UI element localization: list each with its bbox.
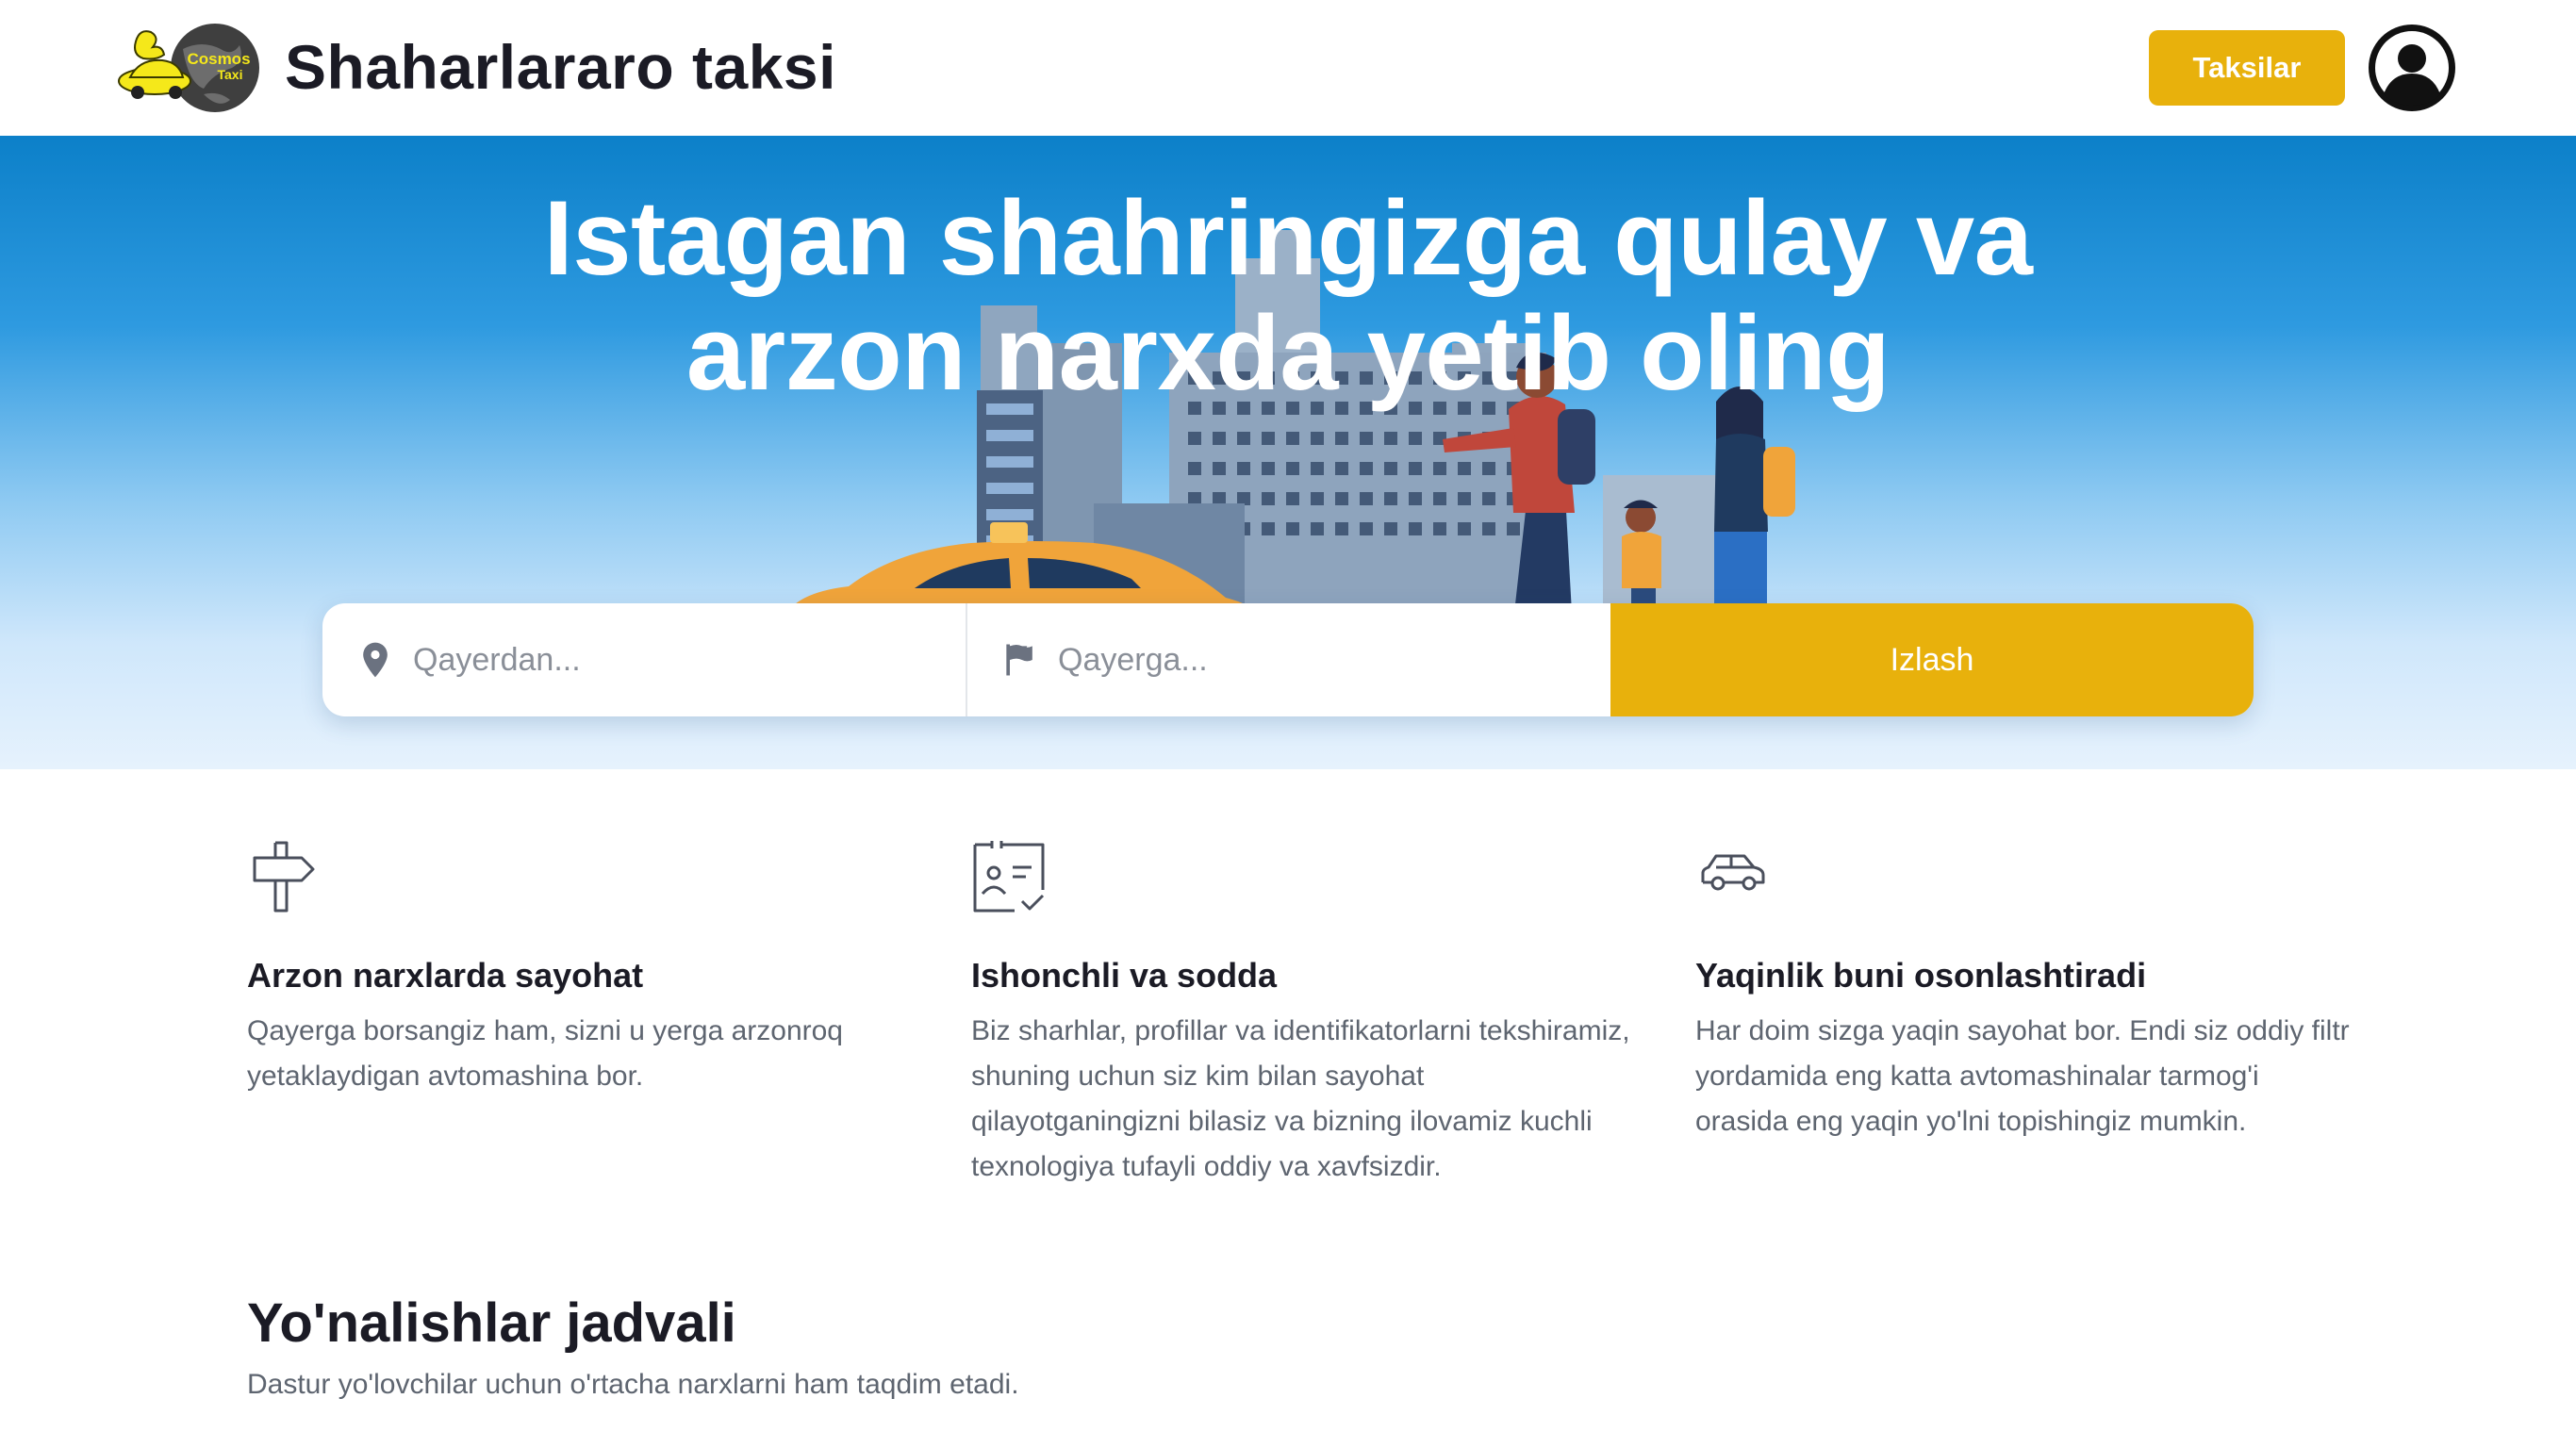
signpost-icon: [253, 841, 315, 913]
location-pin-icon: [363, 642, 388, 678]
feature-title: Ishonchli va sodda: [971, 956, 1278, 995]
logo-text-taxi: Taxi: [218, 67, 243, 82]
feature-nearby-easy: Yaqinlik buni osonlashtiradi Har doim si…: [1695, 839, 2355, 1137]
hero-title-line-2: arzon narxda yetib oling: [685, 294, 1891, 412]
to-field[interactable]: [967, 603, 1612, 716]
from-field[interactable]: [322, 603, 967, 716]
route-search-bar: Izlash: [322, 603, 2254, 716]
feature-reliable-simple: Ishonchli va sodda Biz sharhlar, profill…: [971, 839, 1631, 1182]
user-avatar-icon[interactable]: [2367, 23, 2457, 113]
hero-title: Istagan shahringizga qulay va arzon narx…: [345, 181, 2231, 411]
routes-section-title: Yo'nalishlar jadvali: [247, 1292, 736, 1354]
id-card-check-icon: [973, 841, 1045, 913]
taxis-button[interactable]: Taksilar: [2149, 30, 2345, 106]
feature-title: Yaqinlik buni osonlashtiradi: [1695, 956, 2147, 995]
hero-title-line-1: Istagan shahringizga qulay va: [543, 179, 2033, 297]
car-icon: [1701, 854, 1765, 891]
from-input[interactable]: [413, 626, 941, 694]
cosmos-taxi-logo[interactable]: Cosmos Taxi: [117, 21, 262, 115]
to-input[interactable]: [1058, 626, 1586, 694]
routes-section-subtitle: Dastur yo'lovchilar uchun o'rtacha narxl…: [247, 1369, 1019, 1400]
logo-text-cosmos: Cosmos: [187, 50, 250, 68]
feature-text: Biz sharhlar, profillar va identifikator…: [971, 1015, 1630, 1182]
brand-title[interactable]: Shaharlararo taksi: [285, 25, 836, 109]
top-navbar: Cosmos Taxi Shaharlararo taksi Taksilar: [0, 0, 2576, 136]
feature-title: Arzon narxlarda sayohat: [247, 956, 644, 995]
feature-cheap-travel: Arzon narxlarda sayohat Qayerga borsangi…: [247, 839, 907, 1092]
search-button[interactable]: Izlash: [1610, 603, 2254, 716]
hero-banner: Istagan shahringizga qulay va arzon narx…: [0, 136, 2576, 769]
flag-icon: [1006, 644, 1032, 676]
feature-text: Har doim sizga yaqin sayohat bor. Endi s…: [1695, 1015, 2350, 1137]
feature-text: Qayerga borsangiz ham, sizni u yerga arz…: [247, 1015, 843, 1092]
